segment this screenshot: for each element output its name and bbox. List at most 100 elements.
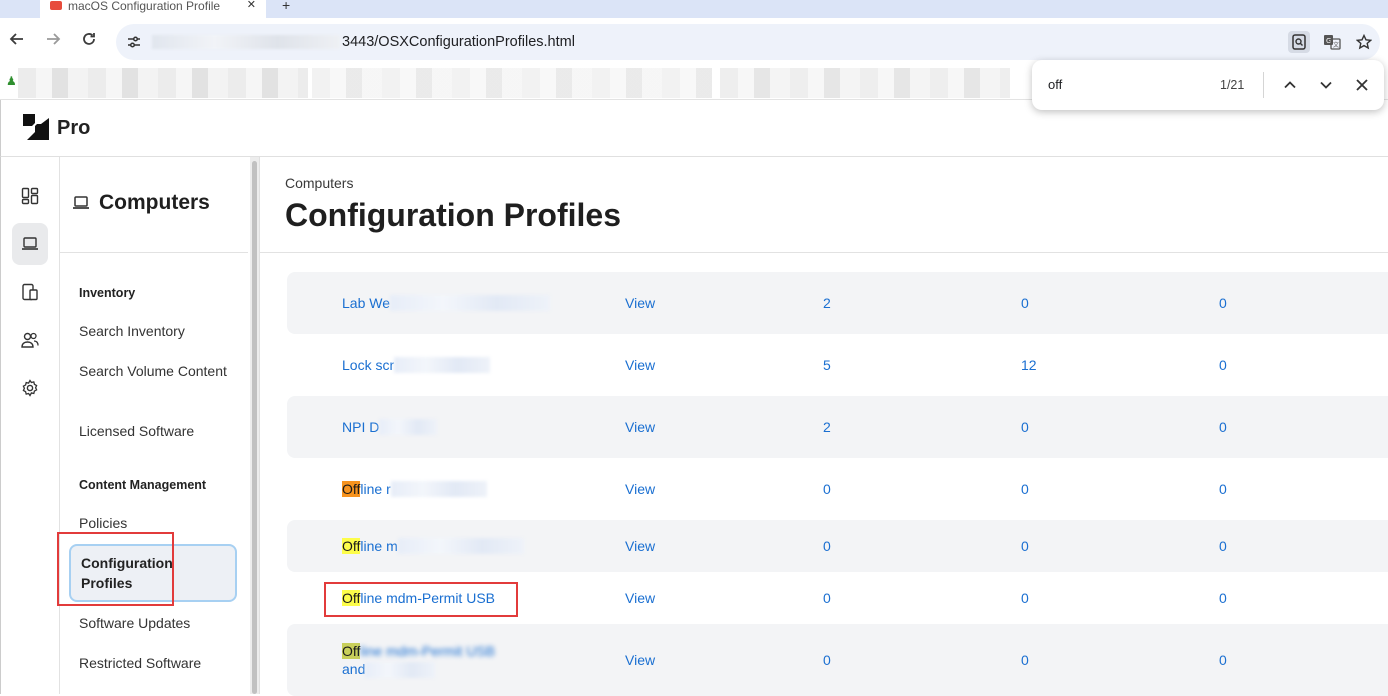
redacted-bookmarks	[312, 68, 712, 98]
bookmark-star-icon[interactable]	[1353, 31, 1375, 53]
count-cell[interactable]: 0	[1021, 624, 1029, 696]
redacted-host	[152, 35, 340, 50]
find-match-count: 1/21	[1220, 78, 1245, 92]
view-link[interactable]: View	[625, 396, 655, 458]
profiles-table: Lab We View 2 0 0 Lock scr View 5 12 0 N…	[287, 272, 1388, 696]
profile-name-link[interactable]: Off line mdm-Permit USB	[342, 572, 602, 624]
table-row: Offline mdm-Permit USB and View 0 0 0	[287, 624, 1388, 696]
view-link[interactable]: View	[625, 272, 655, 334]
count-cell[interactable]: 0	[1021, 396, 1029, 458]
address-bar[interactable]: 3443/OSXConfigurationProfiles.html G文	[116, 24, 1380, 60]
laptop-icon	[73, 196, 89, 209]
sidebar-item-search-volume-content[interactable]: Search Volume Content	[79, 361, 237, 381]
find-next-icon[interactable]	[1314, 73, 1338, 97]
view-link[interactable]: View	[625, 458, 655, 520]
sidebar-item-restricted-software[interactable]: Restricted Software	[79, 653, 237, 673]
tab-title: macOS Configuration Profile	[68, 0, 221, 13]
breadcrumb[interactable]: Computers	[285, 175, 353, 191]
site-settings-icon[interactable]	[126, 34, 142, 50]
table-row: Lock scr View 5 12 0	[287, 334, 1388, 396]
view-link[interactable]: View	[625, 334, 655, 396]
scrollbar-thumb[interactable]	[252, 161, 257, 694]
tab-close-icon[interactable]: ✕	[247, 0, 256, 11]
count-cell[interactable]: 12	[1021, 334, 1037, 396]
count-cell[interactable]: 0	[1219, 572, 1227, 624]
count-cell[interactable]: 0	[823, 572, 831, 624]
svg-text:文: 文	[1333, 41, 1339, 49]
profile-name-link[interactable]: NPI D	[342, 396, 602, 458]
table-row: Off line m View 0 0 0	[287, 520, 1388, 572]
computer-icon[interactable]	[12, 223, 48, 265]
sidebar-item-software-updates[interactable]: Software Updates	[79, 613, 237, 633]
title-divider	[260, 252, 1388, 253]
redacted-text	[365, 662, 436, 679]
sidebar-item-licensed-software[interactable]: Licensed Software	[79, 421, 237, 441]
profile-name-link[interactable]: Lock scr	[342, 334, 602, 396]
redacted-text	[394, 357, 491, 373]
count-cell[interactable]: 0	[1219, 520, 1227, 572]
find-input[interactable]: off	[1048, 77, 1062, 92]
settings-icon[interactable]	[12, 367, 48, 409]
sidebar-title: Computers	[72, 191, 210, 215]
count-cell[interactable]: 0	[823, 458, 831, 520]
count-cell[interactable]: 2	[823, 396, 831, 458]
count-cell[interactable]: 0	[1219, 458, 1227, 520]
find-match-current: Off	[342, 481, 361, 497]
profile-name-link[interactable]: Offline mdm-Permit USB and	[342, 624, 602, 696]
count-cell[interactable]: 0	[1219, 272, 1227, 334]
redacted-bookmarks	[720, 68, 1010, 98]
redacted-text	[390, 481, 487, 497]
tab-favicon-icon	[50, 1, 62, 10]
count-cell[interactable]: 0	[1021, 572, 1029, 624]
count-cell[interactable]: 2	[823, 272, 831, 334]
primary-rail	[0, 157, 60, 694]
view-link[interactable]: View	[625, 520, 655, 572]
page-title: Configuration Profiles	[285, 197, 621, 233]
find-match: Off	[342, 642, 361, 659]
sidebar-item-configuration-profiles[interactable]: Configuration Profiles	[69, 544, 237, 602]
count-cell[interactable]: 5	[823, 334, 831, 396]
table-row: Lab We View 2 0 0	[287, 272, 1388, 334]
count-cell[interactable]: 0	[1021, 272, 1029, 334]
find-in-page-icon[interactable]	[1288, 31, 1310, 53]
browser-tab[interactable]: macOS Configuration Profile ✕	[40, 0, 266, 18]
find-close-icon[interactable]	[1350, 73, 1374, 97]
profile-name-link[interactable]: Lab We	[342, 272, 602, 334]
count-cell[interactable]: 0	[1021, 458, 1029, 520]
find-match: Off	[342, 538, 361, 554]
users-icon[interactable]	[12, 319, 48, 361]
count-cell[interactable]: 0	[823, 624, 831, 696]
view-link[interactable]: View	[625, 624, 655, 696]
reload-button[interactable]	[78, 30, 100, 52]
count-cell[interactable]: 0	[1021, 520, 1029, 572]
forward-button[interactable]	[42, 30, 64, 52]
logo-icon	[23, 114, 49, 140]
bookmark-favicon-icon[interactable]: ♟	[6, 74, 17, 88]
count-cell[interactable]: 0	[823, 520, 831, 572]
back-button[interactable]	[6, 30, 28, 52]
sidebar-item-search-inventory[interactable]: Search Inventory	[79, 321, 237, 341]
find-previous-icon[interactable]	[1278, 73, 1302, 97]
count-cell[interactable]: 0	[1219, 624, 1227, 696]
section-heading-content-management: Content Management	[79, 478, 207, 492]
profile-name-link[interactable]: Off line m	[342, 520, 602, 572]
find-divider	[1263, 72, 1264, 98]
tab-strip: macOS Configuration Profile ✕ +	[0, 0, 1388, 18]
devices-icon[interactable]	[12, 271, 48, 313]
translate-icon[interactable]: G文	[1321, 31, 1343, 53]
sidebar-item-policies[interactable]: Policies	[79, 513, 237, 533]
new-tab-button[interactable]: +	[282, 0, 290, 13]
table-row: Off line mdm-Permit USB View 0 0 0	[287, 572, 1388, 624]
url-text: 3443/OSXConfigurationProfiles.html	[152, 34, 575, 50]
count-cell[interactable]: 0	[1219, 396, 1227, 458]
view-link[interactable]: View	[625, 572, 655, 624]
sidebar-divider	[60, 252, 248, 253]
find-match: Off	[342, 590, 361, 606]
sidebar-scrollbar[interactable]	[250, 157, 259, 694]
table-row: NPI D View 2 0 0	[287, 396, 1388, 458]
find-bar: off 1/21	[1032, 60, 1384, 110]
profile-name-link[interactable]: Off line r	[342, 458, 602, 520]
count-cell[interactable]: 0	[1219, 334, 1227, 396]
table-row: Off line r View 0 0 0	[287, 458, 1388, 520]
dashboard-icon[interactable]	[12, 175, 48, 217]
